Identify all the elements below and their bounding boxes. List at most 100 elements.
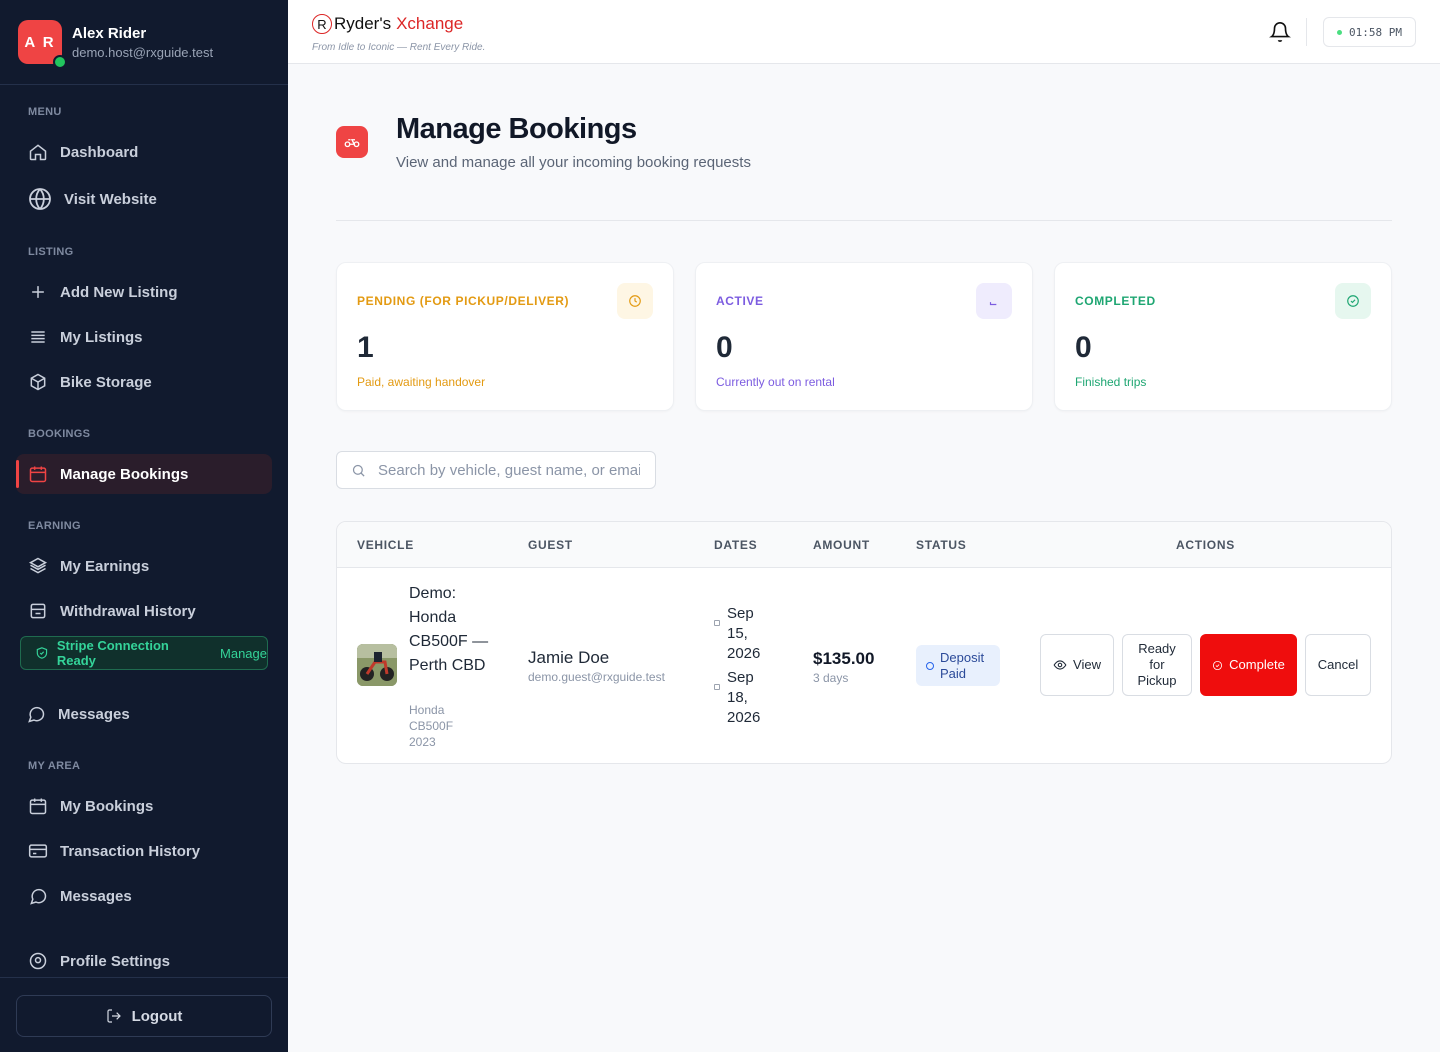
- online-status-dot: [53, 55, 67, 69]
- notifications-button[interactable]: [1269, 21, 1291, 43]
- cancel-button[interactable]: Cancel: [1305, 634, 1371, 696]
- section-title-my-area: MY AREA: [28, 760, 81, 772]
- vehicle-name[interactable]: Demo: Honda CB500F — Perth CBD: [409, 582, 489, 678]
- sidebar-item-label: Messages: [58, 705, 130, 723]
- table-header: VEHICLE GUEST DATES AMOUNT STATUS ACTION…: [337, 522, 1391, 568]
- sidebar-item-messages-host[interactable]: Messages: [16, 694, 272, 734]
- page-subtitle: View and manage all your incoming bookin…: [396, 154, 751, 171]
- ready-for-pickup-button[interactable]: Ready for Pickup: [1122, 634, 1192, 696]
- stat-icon-box: [976, 283, 1012, 319]
- box-icon: [30, 373, 46, 391]
- logout-area: Logout: [0, 977, 288, 1052]
- clock-icon: [629, 295, 641, 307]
- section-title-earning: EARNING: [28, 520, 81, 532]
- stat-label: COMPLETED: [1075, 294, 1156, 308]
- column-header-guest: GUEST: [528, 538, 573, 552]
- view-button[interactable]: View: [1040, 634, 1114, 696]
- section-title-listing: LISTING: [28, 246, 74, 258]
- start-date-text: Sep 15, 2026: [727, 605, 761, 662]
- sidebar-item-my-earnings[interactable]: My Earnings: [16, 546, 272, 586]
- stat-label: PENDING (FOR PICKUP/DELIVER): [357, 294, 570, 308]
- complete-button[interactable]: Complete: [1200, 634, 1297, 696]
- stripe-manage-link[interactable]: Manage: [220, 646, 267, 661]
- profile-card[interactable]: A R Alex Rider demo.host@rxguide.test: [0, 0, 288, 85]
- stat-card-completed: COMPLETED 0 Finished trips: [1054, 262, 1392, 411]
- check-circle-icon: [1347, 295, 1359, 307]
- sidebar-item-profile-settings[interactable]: Profile Settings: [16, 941, 272, 981]
- calendar-small-icon: [714, 620, 720, 626]
- sidebar-item-transaction-history[interactable]: Transaction History: [16, 831, 272, 871]
- list-icon: [31, 331, 45, 343]
- column-header-vehicle: VEHICLE: [357, 538, 414, 552]
- stat-value: 0: [716, 331, 733, 364]
- calendar-icon: [29, 798, 47, 815]
- stat-value: 0: [1075, 331, 1092, 364]
- column-header-actions: ACTIONS: [1176, 538, 1235, 552]
- sidebar-item-dashboard[interactable]: Dashboard: [16, 132, 272, 172]
- column-header-status: STATUS: [916, 538, 967, 552]
- sidebar-item-label: Dashboard: [60, 143, 139, 161]
- sidebar-item-label: My Bookings: [60, 797, 154, 815]
- stat-icon-box: [1335, 283, 1371, 319]
- avatar: A R: [18, 20, 67, 69]
- sidebar-item-my-bookings[interactable]: My Bookings: [16, 786, 272, 826]
- bookings-table: VEHICLE GUEST DATES AMOUNT STATUS ACTION…: [336, 521, 1392, 764]
- stat-card-pending: PENDING (FOR PICKUP/DELIVER) 1 Paid, awa…: [336, 262, 674, 411]
- status-badge: Deposit Paid: [916, 645, 1000, 686]
- user-name: Alex Rider: [72, 24, 147, 42]
- globe-icon: [29, 188, 51, 210]
- section-title-bookings: BOOKINGS: [28, 428, 91, 440]
- clock-display: 01:58 PM: [1323, 17, 1416, 47]
- sidebar-item-label: Transaction History: [60, 842, 201, 860]
- search-input[interactable]: [378, 461, 640, 479]
- sidebar-item-bike-storage[interactable]: Bike Storage: [16, 362, 272, 402]
- sidebar: A R Alex Rider demo.host@rxguide.test ME…: [0, 0, 288, 1052]
- status-icon: [926, 661, 934, 670]
- sidebar-item-withdrawal-history[interactable]: Withdrawal History: [16, 591, 272, 631]
- page-icon: [336, 126, 368, 158]
- stat-note: Paid, awaiting handover: [357, 375, 486, 389]
- guest-email: demo.guest@rxguide.test: [528, 670, 665, 684]
- sidebar-item-label: Withdrawal History: [60, 602, 196, 620]
- sidebar-item-add-listing[interactable]: Add New Listing: [16, 272, 272, 312]
- booking-amount: $135.00: [813, 649, 875, 668]
- shield-check-icon: [36, 647, 48, 659]
- logout-label: Logout: [131, 1007, 183, 1025]
- clock-time: 01:58 PM: [1349, 25, 1402, 39]
- stat-value: 1: [357, 331, 374, 364]
- vehicle-thumbnail[interactable]: [357, 644, 397, 686]
- calendar-small-icon: [714, 684, 720, 690]
- sidebar-item-messages[interactable]: Messages: [16, 876, 272, 916]
- stat-label: ACTIVE: [716, 294, 764, 308]
- sidebar-item-visit-website[interactable]: Visit Website: [16, 179, 272, 219]
- check-circle-icon: [1213, 660, 1223, 670]
- search-box: [336, 451, 656, 489]
- sidebar-item-label: Visit Website: [64, 190, 157, 208]
- column-header-dates: DATES: [714, 538, 758, 552]
- bike-icon: [989, 302, 997, 306]
- end-date-text: Sep 18, 2026: [727, 669, 761, 726]
- stat-note: Finished trips: [1075, 375, 1147, 389]
- plus-icon: [32, 286, 44, 298]
- sidebar-item-my-listings[interactable]: My Listings: [16, 317, 272, 357]
- page-title: Manage Bookings: [396, 113, 637, 145]
- user-circle-icon: [29, 952, 47, 970]
- motorbike-icon: [344, 139, 360, 148]
- sidebar-item-manage-bookings[interactable]: Manage Bookings: [16, 454, 272, 494]
- sidebar-item-label: Bike Storage: [60, 373, 152, 391]
- stripe-status-label: Stripe Connection Ready: [56, 638, 169, 668]
- logout-button[interactable]: Logout: [16, 995, 272, 1037]
- stripe-connection-banner[interactable]: Stripe Connection Ready Manage: [20, 636, 268, 670]
- brand-logo-mark: R: [312, 14, 332, 34]
- brand-logo[interactable]: R Ryder's Xchange: [312, 14, 463, 34]
- stat-note: Currently out on rental: [716, 375, 835, 389]
- guest-name: Jamie Doe: [528, 648, 610, 667]
- stat-card-active: ACTIVE 0 Currently out on rental: [695, 262, 1033, 411]
- sidebar-item-label: Profile Settings: [60, 952, 171, 970]
- stat-icon-box: [617, 283, 653, 319]
- bell-icon: [1269, 22, 1291, 43]
- user-email: demo.host@rxguide.test: [72, 44, 214, 60]
- avatar-initials: A R: [24, 33, 56, 51]
- header-divider: [336, 220, 1392, 221]
- sidebar-item-label: My Earnings: [60, 557, 150, 575]
